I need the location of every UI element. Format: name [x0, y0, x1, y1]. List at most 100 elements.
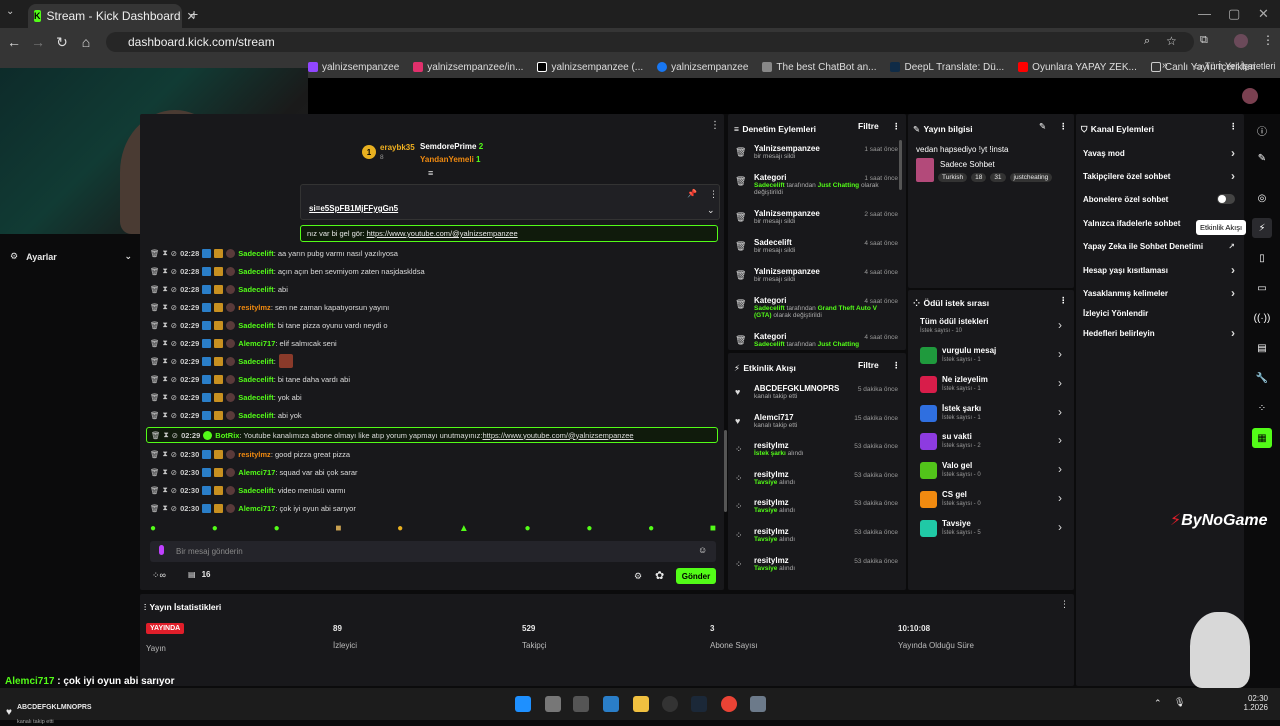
timeout-icon[interactable]: ⧗	[163, 449, 168, 459]
bookmark-item[interactable]: DeepL Translate: Dü...	[890, 62, 1004, 73]
timeout-icon[interactable]: ⧗	[163, 374, 168, 384]
document-icon[interactable]: ▯	[1252, 248, 1272, 268]
timeout-icon[interactable]: ⧗	[163, 248, 168, 258]
message-username[interactable]: Sadecelift	[238, 321, 273, 330]
channel-action-item[interactable]: Yasaklanmış kelimeler ›	[1083, 286, 1241, 300]
ban-icon[interactable]: ⊘	[171, 285, 177, 294]
reward-row[interactable]: Tavsiye İstek sayısı - 5 ›	[920, 518, 1066, 544]
delete-icon[interactable]: 🗑	[150, 468, 160, 477]
channel-action-item[interactable]: Yapay Zeka ile Sohbet Denetimi ↗	[1083, 242, 1241, 251]
ban-icon[interactable]: ⊘	[171, 504, 177, 513]
bookmark-item[interactable]: The best ChatBot an...	[762, 62, 876, 73]
chrome-icon[interactable]	[721, 696, 737, 712]
timeout-icon[interactable]: ⧗	[163, 485, 168, 495]
channel-action-item[interactable]: Takipçilere özel sohbet ›	[1083, 169, 1241, 183]
ban-icon[interactable]: ⊘	[171, 249, 177, 258]
delete-icon[interactable]: 🗑	[150, 486, 160, 495]
channel-action-item[interactable]: İzleyici Yönlendir	[1083, 309, 1241, 318]
ban-icon[interactable]: ⊘	[171, 267, 177, 276]
message-username[interactable]: Sadecelift	[238, 249, 273, 258]
expand-pinned-icon[interactable]: ⌄	[707, 205, 715, 216]
new-tab-button[interactable]: +	[190, 6, 198, 22]
extensions-icon[interactable]: ⧉	[1200, 34, 1208, 47]
emote-icon[interactable]: ●	[150, 523, 156, 537]
tray-expand-icon[interactable]: ⌃	[1154, 698, 1162, 709]
reward-row[interactable]: Ne izleyelim İstek sayısı - 1 ›	[920, 374, 1066, 400]
gift-rail-icon[interactable]: ⁘	[1252, 398, 1272, 418]
archive-icon[interactable]: ▤	[1252, 338, 1272, 358]
mod-filter-button[interactable]: Filtre	[858, 121, 879, 131]
delete-icon[interactable]: 🗑	[150, 411, 160, 420]
bookmark-item[interactable]: yalnizsempanzee	[657, 62, 748, 73]
timeout-icon[interactable]: ⧗	[163, 356, 168, 366]
app-icon[interactable]	[750, 696, 766, 712]
delete-icon[interactable]: 🗑	[151, 431, 161, 440]
browser-tab[interactable]: K Stream - Kick Dashboard ✕	[28, 4, 196, 28]
message-username[interactable]: Alemci717	[238, 504, 275, 513]
message-username[interactable]: Alemci717	[238, 339, 275, 348]
message-username[interactable]: Sadecelift	[238, 357, 273, 366]
emote-icon[interactable]: ▲	[459, 523, 469, 537]
timeout-icon[interactable]: ⧗	[163, 467, 168, 477]
bookmark-item[interactable]: yalnizsempanzee	[308, 62, 399, 73]
rewards-menu-icon[interactable]: ⋮	[1059, 295, 1068, 306]
message-username[interactable]: Sadecelift	[238, 375, 273, 384]
ban-icon[interactable]: ⊘	[171, 303, 177, 312]
bookmark-item[interactable]: yalnizsempanzee/in...	[413, 62, 523, 73]
ban-icon[interactable]: ⊘	[171, 486, 177, 495]
timeout-icon[interactable]: ⧗	[163, 338, 168, 348]
emote-picker-icon[interactable]: ✿	[655, 569, 664, 582]
channel-action-item[interactable]: Abonelere özel sohbet	[1083, 194, 1241, 204]
profile-avatar[interactable]	[1234, 34, 1248, 48]
emote-icon[interactable]: ●	[212, 523, 218, 537]
browser-menu-icon[interactable]: ⋮	[1262, 33, 1274, 47]
tag[interactable]: 31	[990, 173, 1006, 182]
message-username[interactable]: Alemci717	[238, 468, 275, 477]
delete-icon[interactable]: 🗑	[150, 285, 160, 294]
mod-scrollbar[interactable]	[899, 140, 902, 190]
ban-icon[interactable]: ⊘	[171, 450, 177, 459]
user-avatar[interactable]	[1242, 88, 1258, 104]
task-view-icon[interactable]	[545, 696, 561, 712]
home-icon[interactable]: ⌂	[74, 34, 98, 50]
channel-action-item[interactable]: Hedefleri belirleyin ›	[1083, 326, 1241, 340]
message-username[interactable]: Sadecelift	[238, 486, 273, 495]
reward-row[interactable]: İstek şarkı İstek sayısı - 1 ›	[920, 403, 1066, 429]
all-rewards-row[interactable]: Tüm ödül istekleri İstek sayısı - 10 ›	[920, 316, 1066, 342]
chat-input[interactable]: Bir mesaj gönderin ☺	[150, 541, 716, 562]
edit-icon[interactable]: ✎	[1039, 121, 1046, 132]
reward-row[interactable]: su vakti İstek sayısı - 2 ›	[920, 431, 1066, 457]
emote-icon[interactable]: ■	[335, 523, 341, 537]
wrench-icon[interactable]: 🔧	[1252, 368, 1272, 388]
timeout-icon[interactable]: ⧗	[163, 302, 168, 312]
ban-icon[interactable]: ⊘	[171, 393, 177, 402]
delete-icon[interactable]: 🗑	[150, 450, 160, 459]
all-bookmarks[interactable]: ▭ Tüm Yer İşaretleri	[1194, 61, 1275, 72]
minimize-button[interactable]: —	[1198, 6, 1211, 21]
timeout-icon[interactable]: ⧗	[164, 430, 169, 440]
photos-icon[interactable]	[603, 696, 619, 712]
broadcast-icon[interactable]: ((·))	[1252, 308, 1272, 328]
mod-menu-icon[interactable]: ⋮	[892, 121, 901, 132]
chat-icon[interactable]: ▭	[1252, 278, 1272, 298]
users-icon[interactable]: ⁘∞	[152, 570, 166, 581]
ban-icon[interactable]: ⊘	[171, 468, 177, 477]
ban-icon[interactable]: ⊘	[171, 411, 177, 420]
grid-icon[interactable]: ▦	[1252, 428, 1272, 448]
delete-icon[interactable]: 🗑	[150, 249, 160, 258]
bookmark-star-icon[interactable]: ☆	[1166, 34, 1177, 48]
ban-icon[interactable]: ⊘	[171, 339, 177, 348]
emote-icon[interactable]: ●	[397, 523, 403, 537]
info-icon[interactable]: ⓘ	[1252, 120, 1272, 140]
emote-icon[interactable]: ●	[586, 523, 592, 537]
stream-info-menu-icon[interactable]: ⋮	[1059, 121, 1068, 132]
tag[interactable]: justcheating	[1009, 173, 1053, 182]
stats-menu-icon[interactable]: ⋮	[1060, 599, 1069, 610]
tag[interactable]: Turkish	[938, 173, 968, 182]
activity-menu-icon[interactable]: ⋮	[892, 360, 901, 371]
message-username[interactable]: resitylmz	[238, 450, 271, 459]
reload-icon[interactable]: ↻	[50, 34, 74, 51]
channel-actions-menu-icon[interactable]: ⋮	[1229, 121, 1238, 132]
windows-start-icon[interactable]	[515, 696, 531, 712]
pencil-icon[interactable]: ✎	[1252, 148, 1272, 168]
